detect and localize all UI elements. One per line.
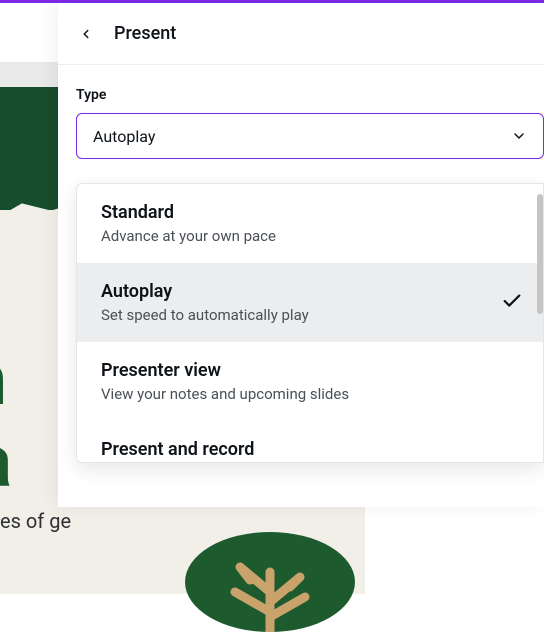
option-desc: Set speed to automatically play: [101, 306, 495, 324]
dropdown-scrollbar[interactable]: [537, 194, 543, 452]
type-select[interactable]: Autoplay: [76, 113, 544, 159]
back-button[interactable]: [76, 24, 96, 44]
panel-body: Type Autoplay: [58, 65, 544, 159]
check-icon: [501, 290, 523, 316]
option-title: Present and record: [101, 439, 495, 460]
option-desc: Advance at your own pace: [101, 227, 495, 245]
option-present-and-record[interactable]: Present and record: [77, 421, 543, 463]
slide-subtext-fragment: es of ge: [0, 509, 71, 533]
chevron-left-icon: [79, 27, 93, 41]
slide-heading-fragment-1: din: [0, 337, 4, 422]
type-dropdown: Standard Advance at your own pace Autopl…: [76, 183, 544, 463]
option-desc: View your notes and upcoming slides: [101, 385, 495, 403]
panel-title: Present: [114, 23, 176, 44]
option-title: Autoplay: [101, 281, 495, 302]
option-standard[interactable]: Standard Advance at your own pace: [77, 184, 543, 263]
option-title: Standard: [101, 202, 495, 223]
option-autoplay[interactable]: Autoplay Set speed to automatically play: [77, 263, 543, 342]
present-panel: Present Type Autoplay Standard Advance a…: [58, 3, 544, 507]
option-presenter-view[interactable]: Presenter view View your notes and upcom…: [77, 342, 543, 421]
slide-heading-fragment-2: gra: [0, 419, 9, 504]
type-select-value: Autoplay: [93, 127, 155, 146]
chevron-down-icon: [511, 128, 527, 144]
type-label: Type: [76, 87, 544, 103]
panel-header: Present: [58, 3, 544, 65]
scrollbar-thumb[interactable]: [537, 194, 543, 314]
option-title: Presenter view: [101, 360, 495, 381]
tree-graphic: [180, 532, 360, 632]
